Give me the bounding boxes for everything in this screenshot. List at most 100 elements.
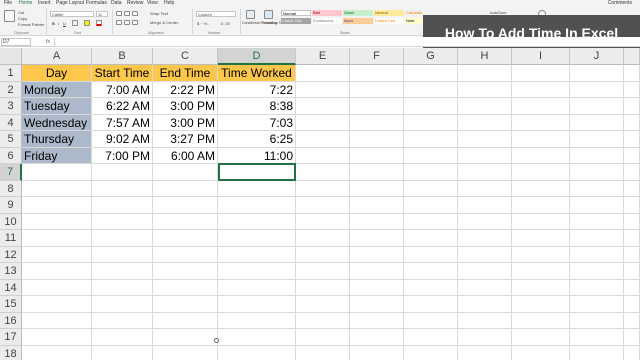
- grid-cell[interactable]: [296, 296, 350, 313]
- grid-cell[interactable]: [350, 263, 404, 280]
- grid-cell[interactable]: [296, 246, 350, 263]
- grid-cell[interactable]: [218, 345, 296, 360]
- grid-cell[interactable]: [350, 81, 404, 98]
- grid-cell[interactable]: [153, 296, 218, 313]
- grid-cell[interactable]: [404, 164, 458, 181]
- row-header[interactable]: 13: [0, 263, 22, 280]
- cell-time-worked[interactable]: 7:22: [218, 81, 296, 98]
- grid-cell[interactable]: [22, 230, 92, 247]
- grid-cell[interactable]: [350, 296, 404, 313]
- grid-cell[interactable]: [404, 230, 458, 247]
- grid-cell[interactable]: [458, 213, 512, 230]
- wrap-text-button[interactable]: Wrap Text: [150, 11, 168, 16]
- grid-cell[interactable]: [22, 279, 92, 296]
- align-center-icon[interactable]: [124, 20, 130, 25]
- grid-cell[interactable]: [624, 197, 640, 214]
- column-header-i[interactable]: I: [512, 48, 570, 65]
- grid-cell[interactable]: [458, 114, 512, 131]
- menu-file[interactable]: File: [4, 0, 12, 7]
- grid-cell[interactable]: [22, 296, 92, 313]
- grid-cell[interactable]: [570, 65, 624, 82]
- grid-cell[interactable]: [404, 296, 458, 313]
- format-painter-button[interactable]: Format Painter: [18, 22, 44, 27]
- column-header-c[interactable]: C: [153, 48, 218, 65]
- grid-cell[interactable]: [570, 164, 624, 181]
- row-header[interactable]: 1: [0, 65, 22, 82]
- grid-cell[interactable]: [296, 164, 350, 181]
- grid-cell[interactable]: [512, 180, 570, 197]
- grid-cell[interactable]: [404, 345, 458, 360]
- grid-cell[interactable]: [350, 164, 404, 181]
- grid-cell[interactable]: [512, 345, 570, 360]
- grid-cell[interactable]: [92, 279, 153, 296]
- grid-cell[interactable]: [512, 164, 570, 181]
- align-right-icon[interactable]: [132, 20, 138, 25]
- grid-cell[interactable]: [296, 65, 350, 82]
- cell-start-time[interactable]: 7:00 AM: [92, 81, 153, 98]
- grid-cell[interactable]: [296, 81, 350, 98]
- grid-cell[interactable]: [22, 197, 92, 214]
- conditional-formatting-icon[interactable]: [246, 10, 255, 19]
- column-header-f[interactable]: F: [350, 48, 404, 65]
- font-size-field[interactable]: 11: [96, 11, 108, 17]
- grid-cell[interactable]: [512, 114, 570, 131]
- column-header-g[interactable]: G: [404, 48, 458, 65]
- grid-cell[interactable]: [570, 279, 624, 296]
- grid-cell[interactable]: [570, 98, 624, 115]
- style-explanatory[interactable]: Explanatory ...: [312, 18, 342, 24]
- grid-cell[interactable]: [624, 180, 640, 197]
- grid-cell[interactable]: [350, 246, 404, 263]
- grid-cell[interactable]: [570, 263, 624, 280]
- grid-cell[interactable]: [624, 279, 640, 296]
- grid-cell[interactable]: [570, 230, 624, 247]
- grid-cell[interactable]: [404, 329, 458, 346]
- menu-insert[interactable]: Insert: [38, 0, 51, 7]
- grid-cell[interactable]: [350, 131, 404, 148]
- style-check-cell[interactable]: Check Cell: [281, 18, 311, 24]
- grid-cell[interactable]: [512, 197, 570, 214]
- grid-cell[interactable]: [570, 197, 624, 214]
- grid-cell[interactable]: [404, 114, 458, 131]
- name-box[interactable]: D7: [1, 38, 31, 46]
- header-time-worked[interactable]: Time Worked: [218, 65, 296, 82]
- grid-cell[interactable]: [92, 180, 153, 197]
- grid-cell[interactable]: [624, 213, 640, 230]
- grid-cell[interactable]: [404, 213, 458, 230]
- grid-cell[interactable]: [458, 312, 512, 329]
- grid-cell[interactable]: [153, 213, 218, 230]
- grid-cell[interactable]: [458, 147, 512, 164]
- grid-cell[interactable]: [512, 263, 570, 280]
- grid-cell[interactable]: [22, 263, 92, 280]
- grid-cell[interactable]: [624, 114, 640, 131]
- grid-cell[interactable]: [296, 230, 350, 247]
- column-header-b[interactable]: B: [92, 48, 153, 65]
- header-day[interactable]: Day: [22, 65, 92, 82]
- cell-end-time[interactable]: 6:00 AM: [153, 147, 218, 164]
- grid-cell[interactable]: [624, 147, 640, 164]
- grid-cell[interactable]: [350, 98, 404, 115]
- grid-cell[interactable]: [570, 81, 624, 98]
- grid-cell[interactable]: [22, 164, 92, 181]
- grid-cell[interactable]: [350, 230, 404, 247]
- grid-cell[interactable]: [458, 180, 512, 197]
- grid-cell[interactable]: [404, 246, 458, 263]
- italic-icon[interactable]: I: [58, 21, 59, 26]
- grid-cell[interactable]: [458, 230, 512, 247]
- grid-cell[interactable]: [92, 164, 153, 181]
- column-header-a[interactable]: A: [22, 48, 92, 65]
- cell-time-worked[interactable]: 8:38: [218, 98, 296, 115]
- menu-view[interactable]: View: [147, 0, 158, 7]
- currency-icon[interactable]: $ ~ % ,: [197, 21, 210, 26]
- grid-cell[interactable]: [218, 197, 296, 214]
- menu-help[interactable]: Help: [164, 0, 174, 7]
- grid-cell[interactable]: [404, 279, 458, 296]
- grid-cell[interactable]: [458, 263, 512, 280]
- grid-cell[interactable]: [458, 246, 512, 263]
- grid-cell[interactable]: [404, 81, 458, 98]
- style-neutral[interactable]: Neutral: [374, 10, 404, 16]
- grid-cell[interactable]: [296, 213, 350, 230]
- row-header[interactable]: 17: [0, 329, 22, 346]
- grid-cell[interactable]: [153, 164, 218, 181]
- grid-cell[interactable]: [458, 279, 512, 296]
- grid-cell[interactable]: [624, 312, 640, 329]
